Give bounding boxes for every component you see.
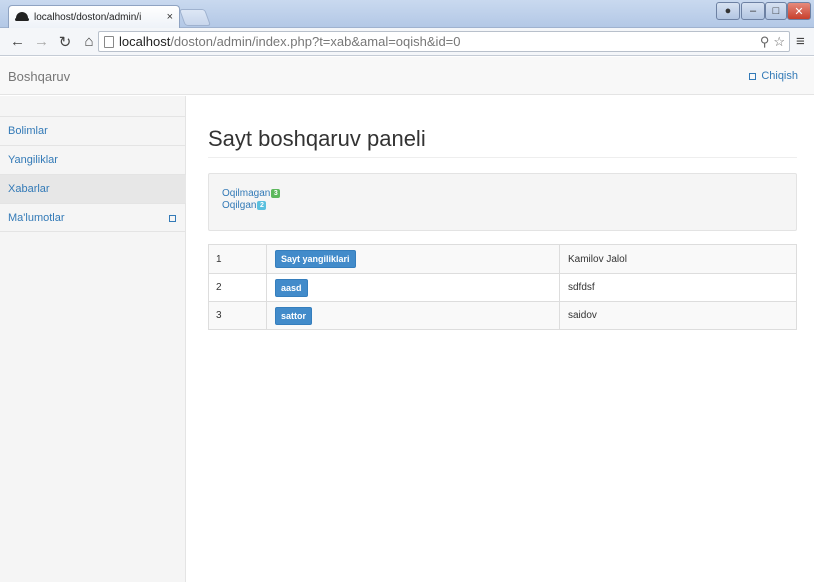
bookmark-star-icon[interactable]: ☆ xyxy=(773,34,785,50)
sidebar-item-bolimlar[interactable]: Bolimlar xyxy=(0,116,186,145)
top-navbar: Boshqaruv Chiqish xyxy=(0,57,814,95)
browser-toolbar: ← → ↻ ⌂ localhost/doston/admin/index.php… xyxy=(0,28,814,56)
logout-link[interactable]: Chiqish xyxy=(749,70,798,82)
window-title-blur xyxy=(320,7,490,17)
row-number: 2 xyxy=(216,282,222,293)
maximize-icon[interactable]: □ xyxy=(765,2,787,20)
home-icon[interactable]: ⌂ xyxy=(82,33,96,50)
navbar-brand[interactable]: Boshqaruv xyxy=(8,69,70,84)
read-badge: 2 xyxy=(257,200,267,210)
close-window-icon[interactable]: ✕ xyxy=(787,2,811,20)
browser-tab[interactable]: localhost/doston/admin/i × xyxy=(8,5,180,28)
back-icon[interactable]: ← xyxy=(10,33,25,50)
expand-icon xyxy=(169,215,176,222)
page-title: Sayt boshqaruv paneli xyxy=(208,126,426,151)
page-icon xyxy=(104,35,114,48)
tab-title: localhost/doston/admin/i xyxy=(34,11,142,23)
table-row: 2 aasd sdfdsf xyxy=(209,273,796,301)
unread-link[interactable]: Oqilmagan 3 xyxy=(222,187,796,199)
row-number: 3 xyxy=(216,310,222,321)
message-subject-button[interactable]: sattor xyxy=(275,306,313,325)
sender-name: saidov xyxy=(559,302,796,329)
message-subject-button[interactable]: Sayt yangiliklari xyxy=(275,250,356,268)
message-subject-button[interactable]: aasd xyxy=(275,278,308,297)
tab-close-icon[interactable]: × xyxy=(167,11,173,23)
read-link[interactable]: Oqilgan 2 xyxy=(222,199,796,211)
message-summary: Oqilmagan 3 Oqilgan 2 xyxy=(208,173,797,231)
minimize-icon[interactable]: – xyxy=(741,2,765,20)
table-row: 3 sattor saidov xyxy=(209,301,796,329)
sender-name: sdfdsf xyxy=(559,274,796,301)
table-row: 1 Sayt yangiliklari Kamilov Jalol xyxy=(209,245,796,273)
logout-icon xyxy=(749,72,757,80)
address-bar[interactable]: localhost/doston/admin/index.php?t=xab&a… xyxy=(98,31,790,52)
incognito-icon xyxy=(15,12,29,22)
profile-icon[interactable]: ● xyxy=(716,2,740,20)
new-tab-button[interactable] xyxy=(178,9,212,26)
forward-icon[interactable]: → xyxy=(34,33,49,50)
page-header: Sayt boshqaruv paneli xyxy=(208,125,797,158)
reload-icon[interactable]: ↻ xyxy=(58,33,72,51)
zoom-icon[interactable]: ⚲ xyxy=(760,34,770,50)
browser-titlebar: localhost/doston/admin/i × ● – □ ✕ xyxy=(0,0,814,28)
row-number: 1 xyxy=(216,253,222,265)
sidebar-item-xabarlar[interactable]: Xabarlar xyxy=(0,174,186,203)
sidebar-item-malumotlar[interactable]: Ma'lumotlar xyxy=(0,203,186,232)
sidebar-item-yangiliklar[interactable]: Yangiliklar xyxy=(0,145,186,174)
unread-badge: 3 xyxy=(271,188,281,198)
messages-table: 1 Sayt yangiliklari Kamilov Jalol 2 aasd… xyxy=(208,244,797,330)
browser-menu-icon[interactable]: ≡ xyxy=(796,33,805,50)
sidebar: Bolimlar Yangiliklar Xabarlar Ma'lumotla… xyxy=(0,96,186,582)
url-text: localhost/doston/admin/index.php?t=xab&a… xyxy=(119,34,461,49)
sender-name: Kamilov Jalol xyxy=(559,245,796,273)
